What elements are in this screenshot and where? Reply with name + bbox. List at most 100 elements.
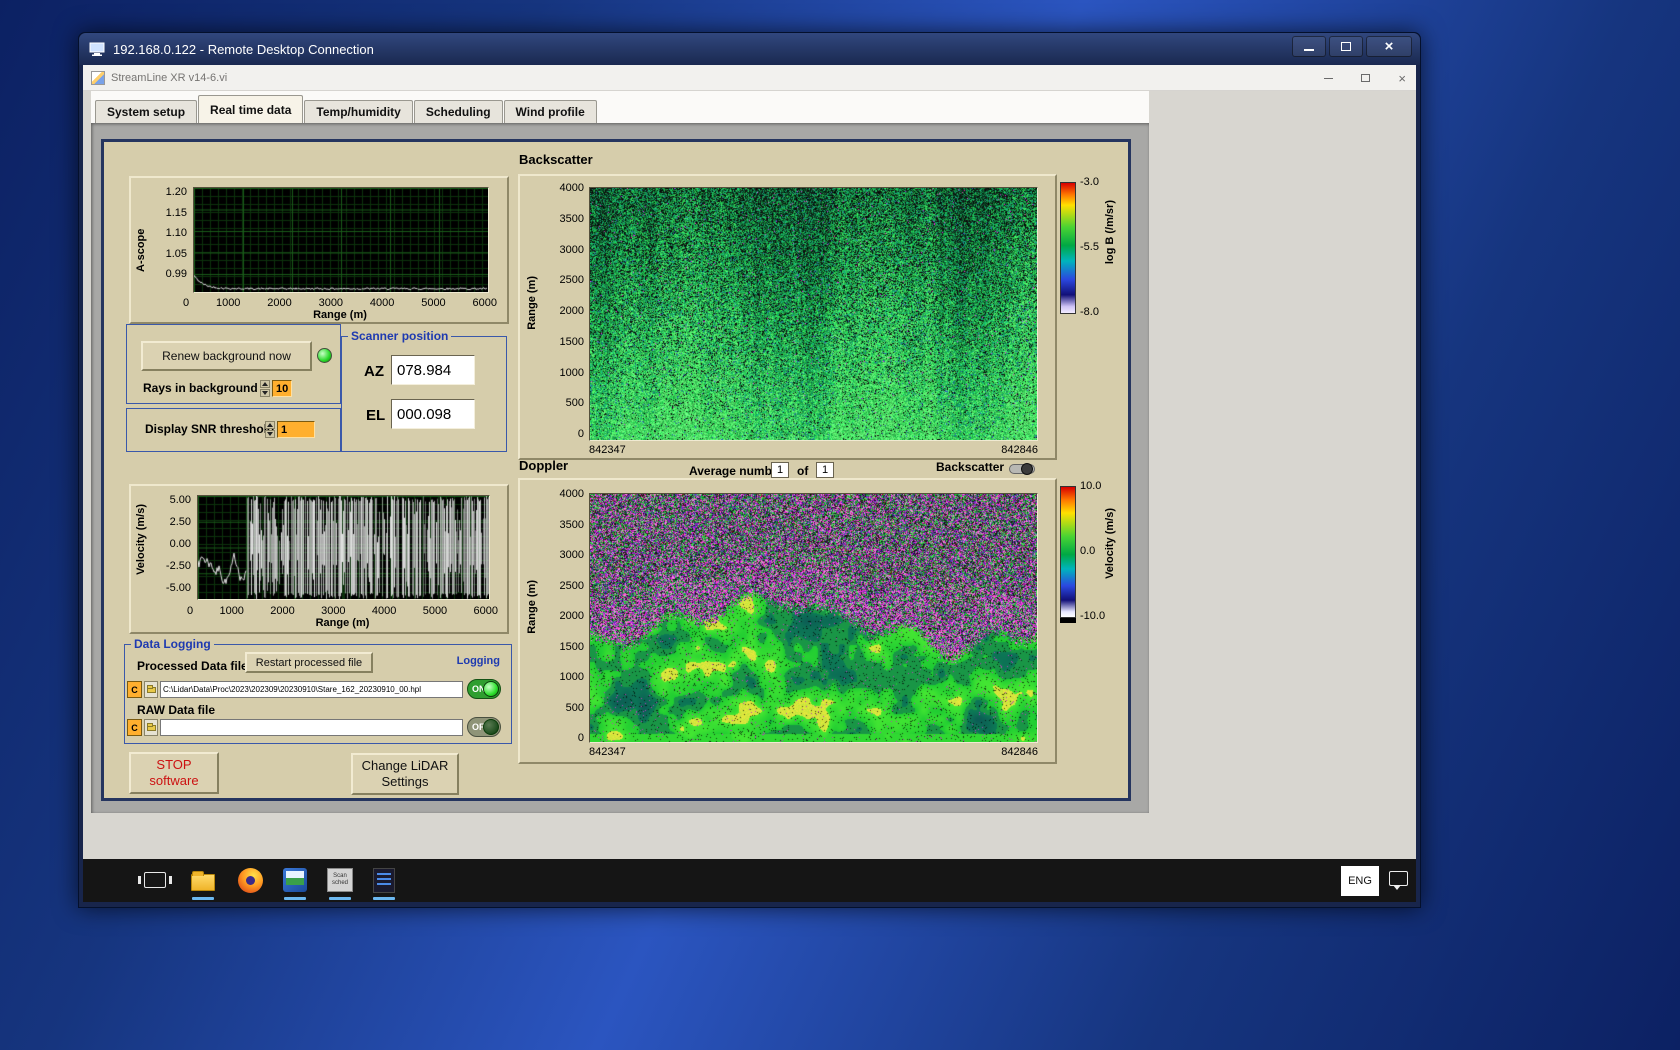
spin-down-icon[interactable]	[265, 430, 275, 438]
scan-scheduler-icon: Scan sched	[327, 868, 353, 892]
rdp-close-button[interactable]: ×	[1366, 36, 1412, 57]
app-restore-icon[interactable]	[1361, 74, 1371, 82]
tab-scheduling[interactable]: Scheduling	[413, 100, 503, 123]
notification-chat-icon[interactable]	[1389, 871, 1408, 890]
tick-label: 0	[577, 428, 584, 440]
rdp-computer-icon	[89, 42, 105, 56]
tick-label: 2000	[270, 605, 295, 617]
snr-value-field[interactable]: 1	[277, 421, 315, 438]
tick-label: 6000	[473, 605, 498, 617]
doppler-yticks: 4000 3500 3000 2500 2000 1500 1000 500 0	[548, 488, 584, 744]
average-number-field[interactable]: 1	[771, 462, 789, 478]
tick-label: 1500	[559, 640, 584, 653]
display-app-button[interactable]	[281, 866, 309, 894]
tick-label: 2000	[559, 305, 584, 317]
spin-up-icon[interactable]	[265, 421, 275, 429]
processed-path-field[interactable]: C:\Lidar\Data\Proc\2023\202309\20230910\…	[160, 681, 463, 698]
backscatter-toggle-label: Backscatter	[936, 460, 1005, 474]
rdp-titlebar[interactable]: 192.168.0.122 - Remote Desktop Connectio…	[79, 33, 1420, 65]
stop-software-button[interactable]: STOP software	[129, 752, 219, 794]
tab-strip: System setup Real time data Temp/humidity S…	[91, 91, 1149, 123]
main-panel: Backscatter A-scope 1.20 1.15 1.10 1.05 0.99…	[101, 139, 1131, 801]
raw-drive-box[interactable]: C	[127, 719, 142, 736]
colorbar-tick: -5.5	[1080, 241, 1099, 253]
tick-label: 3500	[559, 212, 584, 225]
tick-label: 1000	[219, 605, 244, 617]
spin-up-icon[interactable]	[260, 380, 270, 388]
processed-data-file-label: Processed Data file	[137, 659, 248, 673]
rdp-window-controls: ×	[1292, 36, 1412, 57]
backscatter-toggle[interactable]	[1009, 463, 1035, 475]
velocity-xticks: 0 1000 2000 3000 4000 5000 6000	[187, 605, 498, 617]
tab-wind-profile[interactable]: Wind profile	[503, 100, 597, 123]
raw-logging-toggle[interactable]: OFF	[467, 717, 501, 737]
app-minimize-icon[interactable]	[1324, 77, 1334, 79]
rays-in-background-label: Rays in background	[143, 381, 258, 395]
language-indicator[interactable]: ENG	[1341, 866, 1379, 896]
tick-label: 2000	[559, 610, 584, 622]
tick-label: 6000	[472, 297, 497, 309]
doppler-plot	[589, 493, 1038, 743]
processed-drive-box[interactable]: C	[127, 681, 142, 698]
tick-label: 500	[565, 397, 584, 410]
display-icon	[283, 868, 307, 892]
tick-label: 1000	[215, 297, 241, 309]
doppler-ylabel: Range (m)	[526, 580, 538, 634]
raw-browse-button[interactable]	[144, 719, 158, 736]
rdp-minimize-button[interactable]	[1292, 36, 1326, 57]
snr-group: Display SNR threshold 1	[126, 408, 341, 452]
file-explorer-button[interactable]	[189, 866, 217, 894]
processed-browse-button[interactable]	[144, 681, 158, 698]
change-lidar-settings-button[interactable]: Change LiDAR Settings	[351, 753, 459, 795]
scan-scheduler-button[interactable]: Scan sched	[326, 866, 354, 894]
raw-data-file-label: RAW Data file	[137, 703, 216, 717]
tick-label: -5.00	[165, 582, 191, 594]
snr-threshold-label: Display SNR threshold	[145, 422, 275, 436]
app-titlebar[interactable]: StreamLine XR v14-6.vi ×	[83, 65, 1416, 91]
firefox-button[interactable]	[236, 866, 264, 894]
average-of-field[interactable]: 1	[816, 462, 834, 478]
rays-value-field[interactable]: 10	[272, 380, 292, 397]
renew-background-button[interactable]: Renew background now	[141, 341, 312, 371]
rdp-maximize-button[interactable]	[1329, 36, 1363, 57]
task-view-button[interactable]	[138, 866, 172, 894]
spin-down-icon[interactable]	[260, 389, 270, 397]
tick-label: 4000	[371, 605, 397, 617]
raw-path-field[interactable]	[160, 719, 463, 736]
remote-desktop-client: StreamLine XR v14-6.vi × System setup Rea…	[83, 65, 1416, 902]
tick-label: 0.00	[169, 538, 191, 550]
doppler-graph: Range (m) 4000 3500 3000 2500 2000 1500 1000 50…	[518, 478, 1057, 764]
doppler-colorbar-label: Velocity (m/s)	[1104, 508, 1116, 579]
snr-spinner[interactable]	[265, 421, 275, 438]
taskbar-indicator	[373, 897, 395, 900]
document-app-button[interactable]	[370, 866, 398, 894]
velocity-yticks: 5.00 2.50 0.00 -2.50 -5.00	[153, 494, 191, 594]
tick-label: 4000	[559, 182, 584, 194]
of-label: of	[797, 464, 809, 478]
tab-real-time-data[interactable]: Real time data	[198, 95, 304, 123]
taskbar-indicator	[192, 897, 214, 900]
x-start: 842347	[589, 746, 626, 758]
az-field[interactable]: 078.984	[391, 355, 475, 385]
average-number-label: Average number	[689, 464, 784, 478]
ascope-plot	[193, 187, 489, 293]
restart-processed-file-button[interactable]: Restart processed file	[245, 652, 373, 673]
processed-logging-toggle[interactable]: ON	[467, 679, 501, 699]
tab-system-setup[interactable]: System setup	[95, 100, 198, 123]
tick-label: 500	[565, 701, 584, 714]
app-title: StreamLine XR v14-6.vi	[111, 71, 228, 84]
el-field[interactable]: 000.098	[391, 399, 475, 429]
rays-spinner[interactable]	[260, 380, 270, 397]
background-led	[317, 348, 332, 363]
ascope-xlabel: Range (m)	[313, 309, 367, 321]
tab-temp-humidity[interactable]: Temp/humidity	[304, 100, 413, 123]
ascope-xticks: 0 1000 2000 3000 4000 5000 6000	[183, 297, 497, 309]
x-end: 842846	[1001, 746, 1038, 758]
backscatter-xaxis: 842347 842846	[589, 444, 1038, 456]
tick-label: 0	[187, 605, 194, 617]
tick-label: 2.50	[169, 516, 191, 528]
velocity-graph: Velocity (m/s) 5.00 2.50 0.00 -2.50 -5.00 0 1…	[129, 484, 509, 634]
app-close-icon[interactable]: ×	[1398, 71, 1406, 86]
doppler-xaxis: 842347 842846	[589, 746, 1038, 758]
tick-label: 1000	[559, 671, 584, 683]
